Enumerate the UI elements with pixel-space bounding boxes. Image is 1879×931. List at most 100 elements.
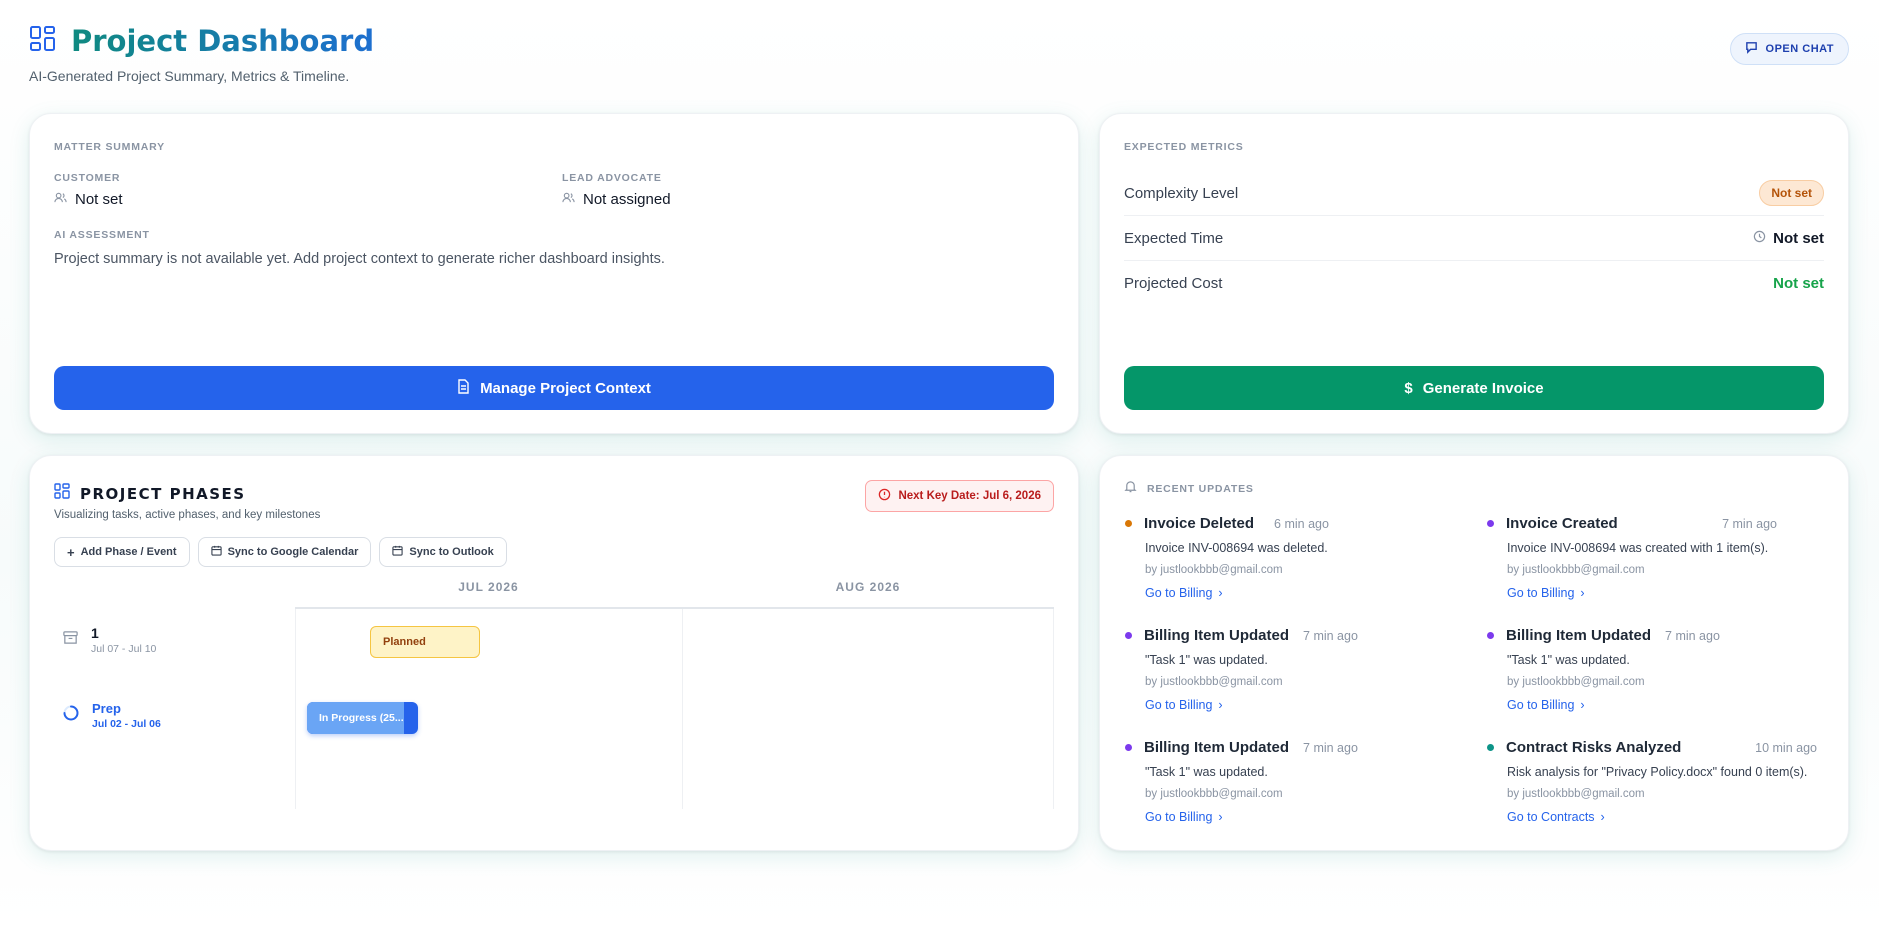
- go-to-contracts-link[interactable]: Go to Contracts ›: [1507, 810, 1837, 824]
- link-label: Go to Billing: [1507, 698, 1575, 712]
- open-chat-label: OPEN CHAT: [1765, 43, 1834, 55]
- generate-invoice-button[interactable]: $ Generate Invoice: [1124, 366, 1824, 410]
- dashboard-grid-icon: [29, 25, 57, 58]
- recent-updates-card: RECENT UPDATES Invoice Deleted 6 min ago …: [1099, 455, 1849, 851]
- update-description: Invoice INV-008694 was deleted.: [1145, 541, 1328, 555]
- update-author: by justlookbbb@gmail.com: [1507, 564, 1645, 576]
- phase-row[interactable]: Prep Jul 02 - Jul 06: [54, 701, 161, 730]
- open-chat-button[interactable]: OPEN CHAT: [1729, 33, 1849, 65]
- phase-actions: + Add Phase / Event Sync to Google Calen…: [54, 537, 507, 567]
- update-status-dot: [1487, 520, 1494, 527]
- link-label: Go to Billing: [1145, 698, 1213, 712]
- matter-summary-card: MATTER SUMMARY CUSTOMER Not set LEAD ADV…: [29, 113, 1079, 434]
- ai-assessment-text: Project summary is not available yet. Ad…: [54, 251, 665, 267]
- recent-updates-label: RECENT UPDATES: [1147, 483, 1254, 495]
- update-status-dot: [1487, 632, 1494, 639]
- next-key-date-label: Next Key Date: Jul 6, 2026: [898, 490, 1041, 502]
- update-time: 7 min ago: [1303, 740, 1358, 755]
- timeline-gridline: [1053, 609, 1054, 809]
- expected-time-row: Expected Time Not set: [1124, 216, 1824, 261]
- update-item: Invoice Deleted 6 min ago Invoice INV-008…: [1125, 515, 1475, 600]
- users-icon: [562, 191, 575, 208]
- link-label: Go to Contracts: [1507, 810, 1595, 824]
- bell-icon: [1124, 480, 1137, 498]
- update-author: by justlookbbb@gmail.com: [1145, 676, 1283, 688]
- phase-row[interactable]: 1 Jul 07 - Jul 10: [54, 625, 156, 655]
- update-item: Billing Item Updated 7 min ago "Task 1" w…: [1487, 627, 1837, 712]
- metrics-list: Complexity Level Not set Expected Time N…: [1124, 171, 1824, 306]
- phase-bar-label: In Progress (25...: [319, 712, 404, 724]
- update-item: Billing Item Updated 7 min ago "Task 1" w…: [1125, 627, 1475, 712]
- go-to-billing-link[interactable]: Go to Billing ›: [1145, 698, 1475, 712]
- chevron-right-icon: ›: [1218, 698, 1223, 712]
- chevron-right-icon: ›: [1218, 586, 1223, 600]
- timeline-header-divider: [295, 607, 1054, 609]
- update-item: Invoice Created 7 min ago Invoice INV-008…: [1487, 515, 1837, 600]
- complexity-label: Complexity Level: [1124, 184, 1239, 202]
- projected-cost-row: Projected Cost Not set: [1124, 261, 1824, 306]
- phase-dates: Jul 02 - Jul 06: [92, 718, 161, 730]
- document-icon: [457, 378, 470, 398]
- go-to-billing-link[interactable]: Go to Billing ›: [1507, 586, 1837, 600]
- customer-label: CUSTOMER: [54, 172, 121, 184]
- update-status-dot: [1487, 744, 1494, 751]
- go-to-billing-link[interactable]: Go to Billing ›: [1145, 810, 1475, 824]
- update-title: Billing Item Updated: [1506, 627, 1652, 644]
- clock-icon: [1753, 230, 1766, 247]
- update-time: 10 min ago: [1755, 740, 1817, 755]
- update-status-dot: [1125, 632, 1132, 639]
- dollar-icon: $: [1404, 379, 1413, 397]
- recent-updates-header: RECENT UPDATES: [1124, 480, 1254, 498]
- update-description: "Task 1" was updated.: [1145, 653, 1268, 667]
- update-time: 7 min ago: [1722, 516, 1777, 531]
- update-author: by justlookbbb@gmail.com: [1145, 788, 1283, 800]
- calendar-icon: [392, 545, 404, 559]
- update-status-dot: [1125, 744, 1132, 751]
- manage-context-label: Manage Project Context: [480, 379, 651, 397]
- projected-cost-value: Not set: [1773, 275, 1824, 292]
- customer-field: CUSTOMER Not set: [54, 172, 123, 208]
- user-icon: [54, 191, 67, 208]
- go-to-billing-link[interactable]: Go to Billing ›: [1145, 586, 1475, 600]
- add-phase-label: Add Phase / Event: [80, 546, 177, 558]
- update-title: Contract Risks Analyzed: [1506, 739, 1682, 756]
- complexity-row: Complexity Level Not set: [1124, 171, 1824, 216]
- update-title: Invoice Created: [1506, 515, 1618, 532]
- lead-advocate-field: LEAD ADVOCATE Not assigned: [562, 172, 671, 208]
- phases-subtitle: Visualizing tasks, active phases, and ke…: [54, 509, 321, 521]
- link-label: Go to Billing: [1145, 586, 1213, 600]
- phase-bar-planned[interactable]: Planned: [370, 626, 480, 658]
- timeline: JUL 2026 AUG 2026 1 Jul 07 - Jul 10 Plan…: [54, 577, 1054, 817]
- update-time: 6 min ago: [1274, 516, 1329, 531]
- manage-project-context-button[interactable]: Manage Project Context: [54, 366, 1054, 410]
- update-author: by justlookbbb@gmail.com: [1507, 676, 1645, 688]
- plus-icon: +: [67, 544, 75, 560]
- chat-icon: [1745, 41, 1758, 57]
- update-time: 7 min ago: [1303, 628, 1358, 643]
- expected-time-label: Expected Time: [1124, 229, 1224, 247]
- alert-circle-icon: [878, 488, 891, 504]
- link-label: Go to Billing: [1145, 810, 1213, 824]
- advocate-value: Not assigned: [583, 191, 671, 208]
- update-title: Billing Item Updated: [1144, 739, 1290, 756]
- go-to-billing-link[interactable]: Go to Billing ›: [1507, 698, 1837, 712]
- chevron-right-icon: ›: [1218, 810, 1223, 824]
- phase-bar-in-progress[interactable]: In Progress (25...: [307, 702, 418, 734]
- advocate-label: LEAD ADVOCATE: [562, 172, 662, 184]
- calendar-icon: [210, 545, 222, 559]
- update-status-dot: [1125, 520, 1132, 527]
- update-description: Risk analysis for "Privacy Policy.docx" …: [1507, 765, 1808, 779]
- expected-metrics-label: EXPECTED METRICS: [1124, 141, 1244, 153]
- sync-outlook-button[interactable]: Sync to Outlook: [379, 537, 507, 567]
- month-header-aug: AUG 2026: [835, 580, 901, 594]
- next-key-date-badge[interactable]: Next Key Date: Jul 6, 2026: [865, 480, 1054, 512]
- sync-google-button[interactable]: Sync to Google Calendar: [197, 537, 372, 567]
- add-phase-button[interactable]: + Add Phase / Event: [54, 537, 190, 567]
- phase-name: 1: [91, 625, 99, 641]
- expected-time-value: Not set: [1773, 229, 1824, 247]
- phases-title: PROJECT PHASES: [80, 484, 246, 503]
- phases-title-row: PROJECT PHASES: [54, 483, 246, 504]
- sync-outlook-label: Sync to Outlook: [409, 546, 494, 558]
- update-description: "Task 1" was updated.: [1507, 653, 1630, 667]
- spinner-icon: [62, 704, 80, 727]
